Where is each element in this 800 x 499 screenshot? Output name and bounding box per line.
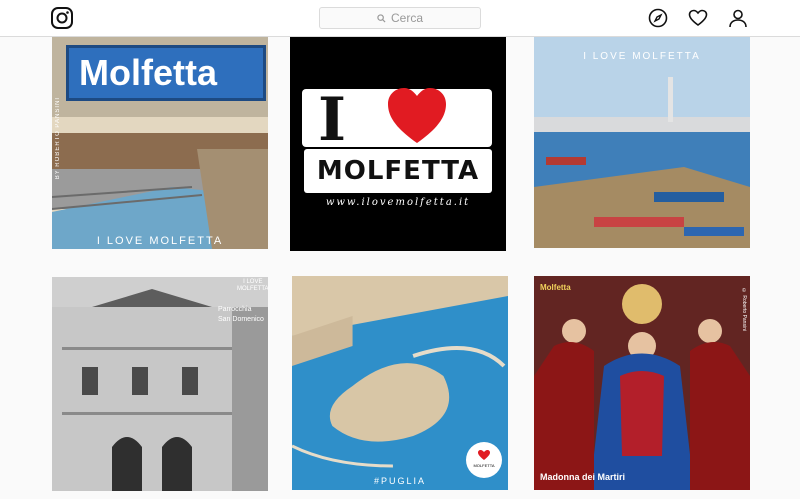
logo-letter-i: I [318, 85, 347, 155]
logo-website: www.ilovemolfetta.it [325, 197, 471, 208]
profile-icon[interactable] [728, 8, 748, 28]
heart-icon[interactable] [688, 8, 708, 28]
post-thumbnail-harbor[interactable]: I LOVE MOLFETTA [534, 37, 750, 248]
madonna-photo [534, 276, 750, 490]
location-label: Molfetta [540, 283, 571, 292]
search-input[interactable]: Cerca [319, 7, 481, 29]
ilove-badge: MOLFETTA [466, 442, 502, 478]
post-caption: #PUGLIA [373, 476, 427, 486]
post-thumbnail-madonna[interactable]: Molfetta © Roberto Pansini Madonna dei M… [534, 276, 750, 490]
post-caption: I LOVE MOLFETTA [583, 51, 701, 62]
heart-icon [478, 450, 490, 460]
church-label: Parrocchia San Domenico [218, 305, 264, 325]
post-thumbnail-church[interactable]: I LOVE MOLFETTA Parrocchia San Domenico [52, 277, 268, 491]
post-caption: I LOVE MOLFETTA [96, 235, 224, 247]
church-label-line2: San Domenico [218, 316, 264, 323]
post-thumbnail-aerial[interactable]: MOLFETTA #PUGLIA [292, 276, 508, 490]
post-thumbnail-logo[interactable]: I MOLFETTA www.ilovemolfetta.it [290, 37, 506, 251]
top-navigation-bar: Cerca [0, 0, 800, 37]
harbor-photo [534, 37, 750, 248]
post-caption: Madonna dei Martiri [540, 472, 626, 482]
search-placeholder: Cerca [390, 11, 423, 25]
station-sign: Molfetta [66, 45, 266, 101]
church-label-line1: Parrocchia [218, 306, 252, 313]
logo-wordmark: MOLFETTA [304, 149, 492, 193]
post-thumbnail-station[interactable]: Molfetta BY ROBERTO PANSINI I LOVE MOLFE… [52, 37, 268, 249]
nav-icons [648, 8, 748, 28]
watermark-tag: I LOVE MOLFETTA [237, 279, 268, 292]
instagram-logo-icon[interactable] [50, 6, 74, 30]
badge-text: MOLFETTA [473, 463, 495, 468]
search-icon [377, 13, 386, 23]
compass-icon[interactable] [648, 8, 668, 28]
heart-icon [388, 88, 446, 143]
photo-credit: BY ROBERTO PANSINI [55, 97, 61, 180]
photo-credit: © Roberto Pansini [741, 288, 747, 331]
